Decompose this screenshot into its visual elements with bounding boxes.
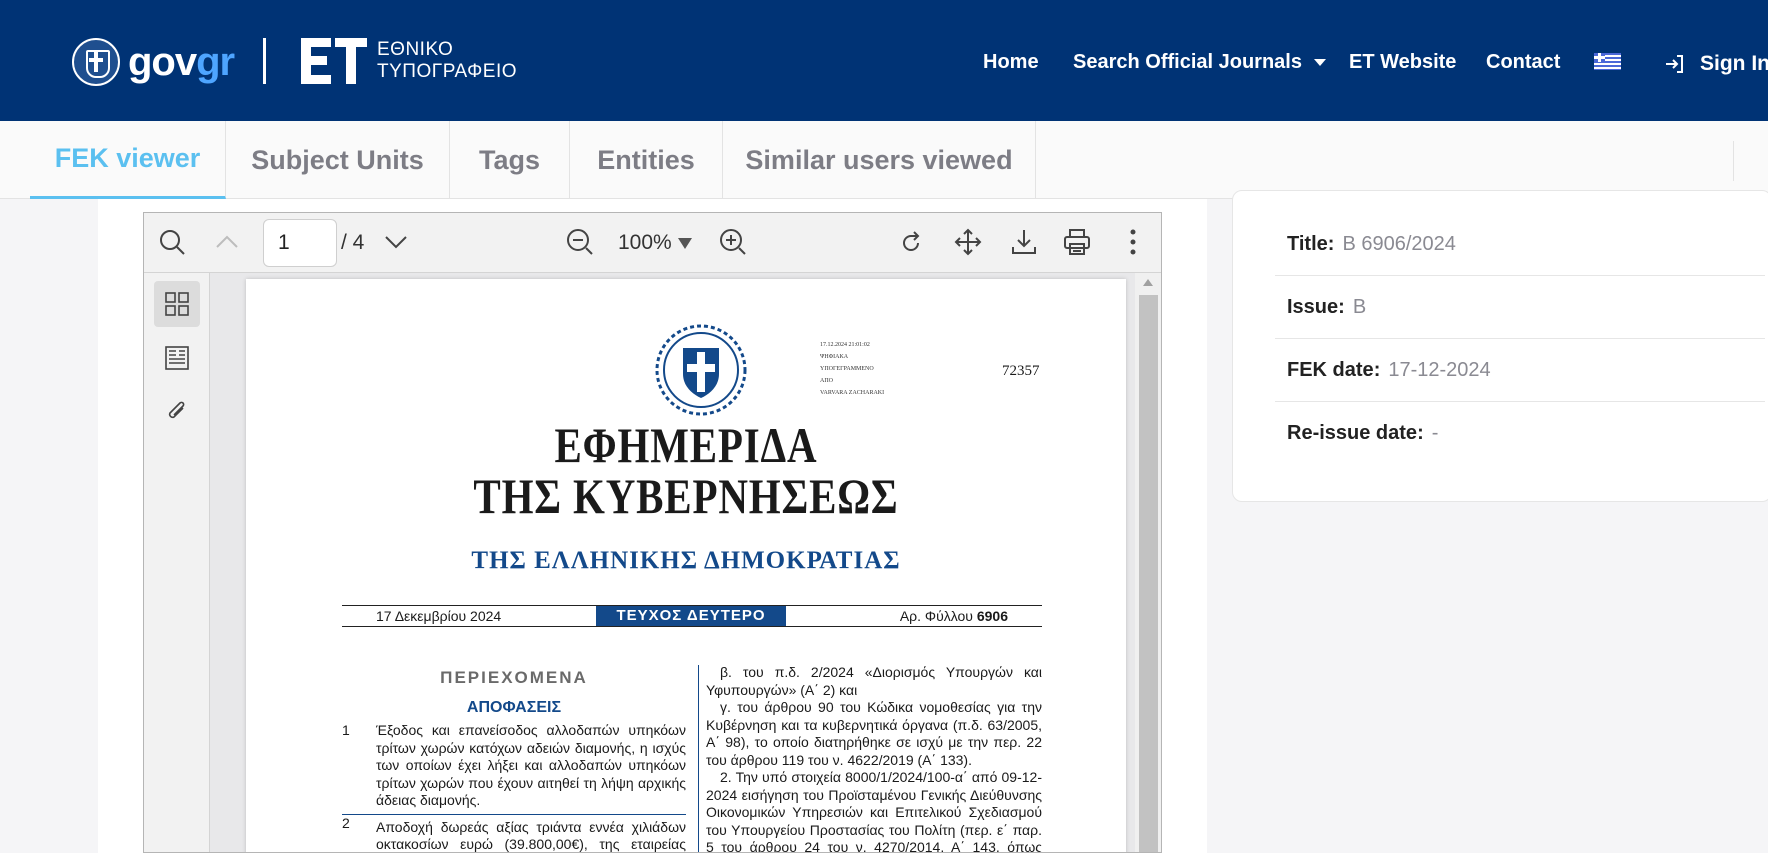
tab-tags[interactable]: Tags [450, 121, 570, 199]
scroll-thumb[interactable] [1139, 295, 1158, 852]
outline-button[interactable] [154, 335, 200, 381]
contents-heading: ΠΕΡΙΕΧΟΜΕΝΑ [440, 668, 588, 687]
tab-divider [1733, 141, 1734, 181]
pdf-viewer: / 4 100% 17.12.2024 21:01:02 [143, 212, 1162, 853]
document-outline-icon [165, 346, 189, 370]
rotate-icon[interactable] [899, 227, 929, 257]
contents-entry[interactable]: 2 Αποδοχή δωρεάς αξίας τριάντα εννέα χιλ… [342, 813, 686, 852]
body-paragraph: β. του π.δ. 2/2024 «Διορισμός Υπουργών κ… [706, 664, 1042, 698]
pdf-page: 17.12.2024 21:01:02 ΨΗΦΙΑΚΑ ΥΠΟΓΕΓΡΑΜΜΕΝ… [246, 279, 1126, 853]
info-label: Title: [1287, 232, 1335, 255]
page-number: 72357 [1002, 363, 1040, 379]
nav-search-official-journals[interactable]: Search Official Journals [1073, 50, 1326, 74]
pdf-scrollbar[interactable] [1135, 273, 1161, 852]
chevron-down-icon [1313, 59, 1326, 67]
journal-title-line2: ΤΗΣ ΚΥΒΕΡΝΗΣΕΩΣ [473, 468, 899, 524]
journal-subtitle: ΤΗΣ ΕΛΛΗΝΙΚΗΣ ΔΗΜΟΚΡΑΤΙΑΣ [471, 547, 901, 574]
greek-emblem-icon [72, 38, 120, 86]
tab-fek-viewer[interactable]: FEK viewer [30, 121, 226, 199]
et-name: ΕΘΝΙΚΟ ΤΥΠΟΓΡΑΦΕΙΟ [377, 39, 518, 82]
search-icon[interactable] [157, 227, 187, 257]
info-value: - [1431, 422, 1439, 444]
tab-entities[interactable]: Entities [570, 121, 723, 199]
print-icon[interactable] [1062, 227, 1092, 257]
info-value: Β [1352, 295, 1367, 318]
nav-et-website[interactable]: ET Website [1349, 50, 1456, 74]
info-row-reissue-date: Re-issue date: - [1275, 402, 1765, 465]
zoom-select[interactable]: 100% [618, 231, 692, 255]
info-label: Re-issue date: [1287, 422, 1424, 444]
logo-divider [263, 38, 266, 84]
zoom-in-icon[interactable] [718, 227, 748, 257]
next-page-icon[interactable] [381, 227, 411, 257]
govgr-logo[interactable]: govgr [72, 38, 235, 86]
zoom-out-icon[interactable] [565, 227, 595, 257]
download-icon[interactable] [1009, 227, 1039, 257]
et-mark-icon [301, 38, 367, 84]
column-divider [698, 665, 699, 852]
body-paragraph: 2. Την υπό στοιχεία 8000/1/2024/100-α΄ α… [706, 769, 1042, 853]
sign-in-label: Sign In [1700, 52, 1768, 75]
govgr-wordmark: govgr [128, 40, 235, 84]
info-row-issue: Issue: Β [1275, 276, 1765, 339]
grid-icon [165, 292, 189, 316]
nav-home[interactable]: Home [983, 50, 1039, 74]
contents-column: ΠΕΡΙΕΧΟΜΕΝΑ ΑΠΟΦΑΣΕΙΣ 1 Έξοδος και επανε… [342, 668, 686, 852]
dropdown-arrow-icon [677, 237, 692, 249]
paperclip-icon [168, 401, 185, 419]
more-options-icon[interactable] [1118, 227, 1148, 257]
info-label: Issue: [1287, 295, 1345, 318]
greek-coat-of-arms-icon [655, 324, 747, 416]
thumbnails-button[interactable] [154, 281, 200, 327]
scroll-up-arrow-icon[interactable] [1143, 279, 1153, 286]
issue-bar: 17 Δεκεμβρίου 2024 ΤΕΥΧΟΣ ΔΕΥΤΕΡΟ Αρ. Φύ… [342, 605, 1042, 627]
info-row-fek-date: FEK date: 17-12-2024 [1275, 339, 1765, 402]
digital-signature: 17.12.2024 21:01:02 ΨΗΦΙΑΚΑ ΥΠΟΓΕΓΡΑΜΜΕΝ… [820, 342, 885, 396]
nav-contact[interactable]: Contact [1486, 50, 1560, 74]
tab-subject-units[interactable]: Subject Units [226, 121, 450, 199]
info-row-title: Title: Β 6906/2024 [1275, 213, 1765, 276]
info-value: Β 6906/2024 [1342, 232, 1456, 255]
nav-search-label: Search Official Journals [1073, 51, 1302, 73]
tab-bar: FEK viewer Subject Units Tags Entities S… [0, 121, 1768, 199]
fek-info-panel: Title: Β 6906/2024 Issue: Β FEK date: 17… [1232, 190, 1768, 502]
body-paragraph: γ. του άρθρου 90 του Κώδικα νομοθεσίας γ… [706, 699, 1042, 768]
info-label: FEK date: [1287, 358, 1381, 381]
info-value: 17-12-2024 [1388, 358, 1491, 381]
pan-tool-icon[interactable] [953, 227, 983, 257]
journal-title-line1: ΕΦΗΜΕΡΙΔΑ [554, 417, 818, 473]
pdf-toolbar: / 4 100% [144, 213, 1161, 273]
page-total: / 4 [341, 231, 365, 254]
decisions-heading: ΑΠΟΦΑΣΕΙΣ [466, 698, 562, 716]
previous-page-icon[interactable] [212, 227, 242, 257]
tab-similar-users-viewed[interactable]: Similar users viewed [723, 121, 1036, 199]
sign-in-icon [1666, 55, 1683, 73]
contents-entry[interactable]: 1 Έξοδος και επανείσοδος αλλοδαπών υπηκό… [342, 722, 686, 814]
sign-in-button[interactable]: Sign In [1664, 52, 1768, 76]
et-logo[interactable]: ΕΘΝΙΚΟ ΤΥΠΟΓΡΑΦΕΙΟ [301, 38, 517, 84]
zoom-value: 100% [618, 231, 672, 254]
greek-flag-icon[interactable] [1594, 53, 1621, 70]
site-header: govgr ΕΘΝΙΚΟ ΤΥΠΟΓΡΑΦΕΙΟ Home Search Off… [0, 0, 1768, 121]
attachments-button[interactable] [154, 389, 200, 435]
page-number-input[interactable] [263, 219, 337, 267]
issue-date: 17 Δεκεμβρίου 2024 [376, 608, 502, 624]
pdf-sidebar [144, 273, 210, 852]
body-column: β. του π.δ. 2/2024 «Διορισμός Υπουργών κ… [706, 664, 1042, 853]
sheet-number: Αρ. Φύλλου 6906 [899, 608, 1008, 624]
issue-type: ΤΕΥΧΟΣ ΔΕΥΤΕΡΟ [596, 606, 786, 626]
